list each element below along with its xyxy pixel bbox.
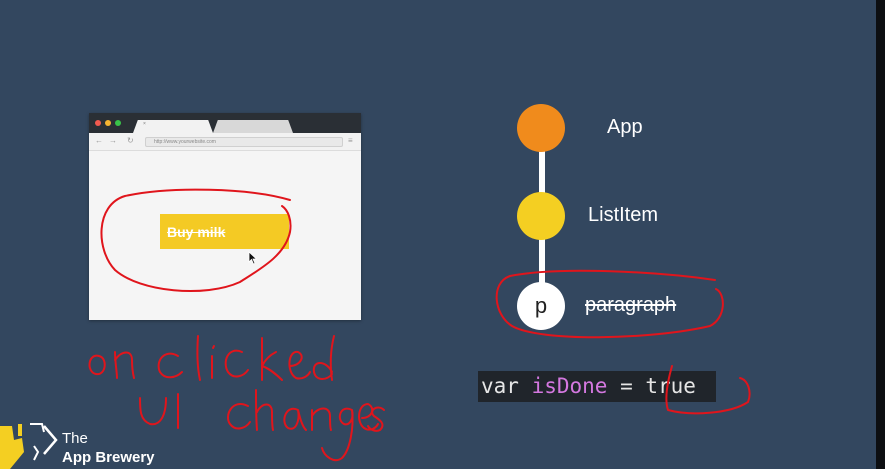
paragraph-node: p <box>517 282 565 330</box>
reload-icon: ↻ <box>127 136 134 145</box>
mouse-cursor-icon <box>248 251 258 265</box>
window-edge <box>876 0 885 469</box>
minimize-dot-icon <box>105 120 111 126</box>
paragraph-label: paragraph <box>585 294 677 316</box>
browser-toolbar: ← → ↻ http://www.yourwebsite.com ≡ <box>89 133 361 151</box>
browser-titlebar: × <box>89 113 361 133</box>
buy-milk-item: Buy milk <box>160 214 289 249</box>
tab-close-icon: × <box>143 121 146 127</box>
forward-arrow-icon: → <box>109 136 117 145</box>
url-bar: http://www.yourwebsite.com <box>145 137 343 147</box>
listitem-node <box>517 192 565 240</box>
browser-mockup: × ← → ↻ http://www.yourwebsite.com ≡ Buy… <box>89 113 361 320</box>
hamburger-menu-icon: ≡ <box>348 136 353 145</box>
logo-text-the: The <box>62 430 88 447</box>
logo-text-app-brewery: App Brewery <box>62 449 155 466</box>
code-variable: isDone <box>531 374 608 398</box>
browser-tab-inactive <box>213 120 293 133</box>
code-keyword: var <box>481 374 532 398</box>
paragraph-node-letter: p <box>534 293 548 318</box>
code-snippet: var isDone = true <box>478 371 716 402</box>
app-node <box>517 104 565 152</box>
back-arrow-icon: ← <box>95 136 103 145</box>
url-text: http://www.yourwebsite.com <box>154 139 216 145</box>
maximize-dot-icon <box>115 120 121 126</box>
code-value: true <box>645 374 696 398</box>
buy-milk-label: Buy milk <box>167 224 226 240</box>
close-dot-icon <box>95 120 101 126</box>
code-operator: = <box>607 374 646 398</box>
browser-tab-active: × <box>133 120 213 133</box>
app-label: App <box>607 116 643 138</box>
listitem-label: ListItem <box>588 204 659 226</box>
